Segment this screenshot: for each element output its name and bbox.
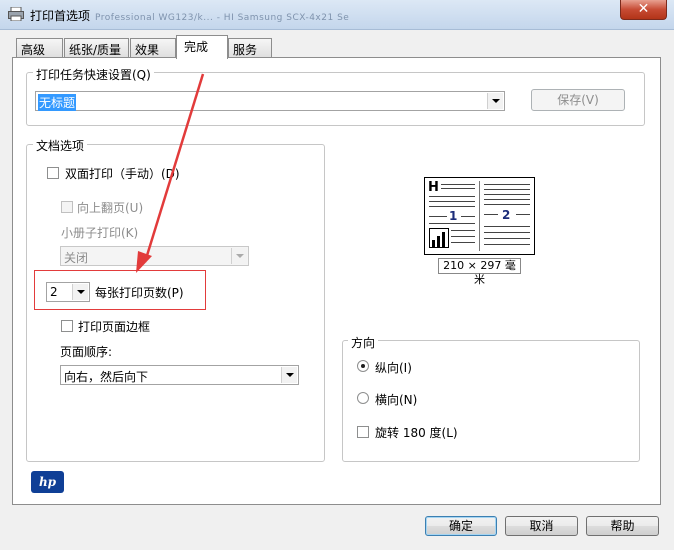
ok-button[interactable]: 确定 bbox=[425, 516, 497, 536]
cancel-button[interactable]: 取消 bbox=[505, 516, 578, 536]
tab-finishing[interactable]: 完成 bbox=[176, 35, 228, 59]
annotation-arrow bbox=[136, 73, 205, 273]
help-button[interactable]: 帮助 bbox=[586, 516, 659, 536]
